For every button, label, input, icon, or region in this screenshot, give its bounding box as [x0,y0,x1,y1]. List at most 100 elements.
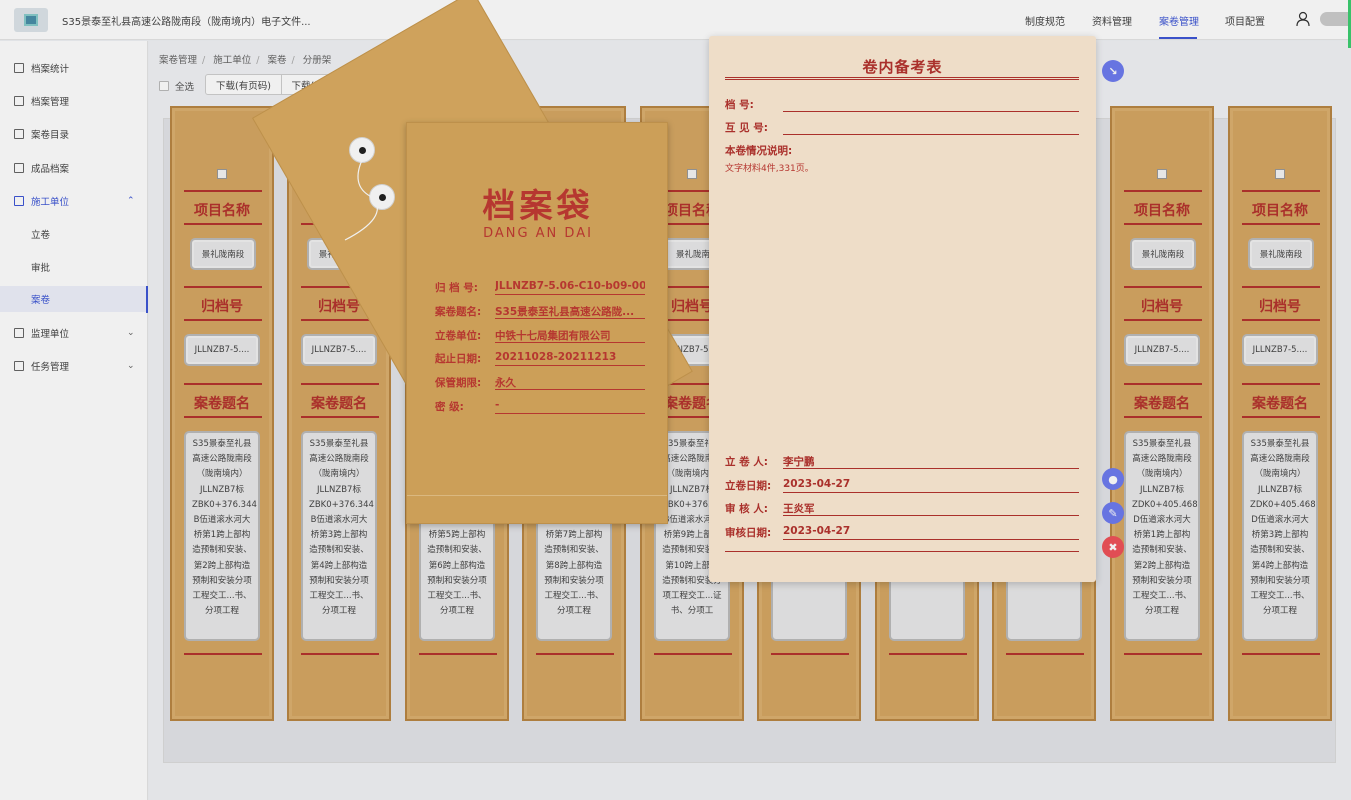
sidebar-item-volume[interactable]: 案卷 [0,286,148,312]
binder-divider [301,383,379,385]
breadcrumb-item[interactable]: 案卷 [268,55,287,66]
binder-card[interactable]: 项目名称景礼陇南段归档号 JLLNZB7-5.... 案卷题名 S35景泰至礼县高速公… [1228,106,1332,721]
user-avatar[interactable] [1320,12,1351,26]
select-all-checkbox[interactable]: 全选 [159,79,194,93]
top-header: S35景泰至礼县高速公路陇南段（陇南境内）电子文件... 制度规范 资料管理 案… [0,0,1351,40]
envelope-title: 档案袋 [482,186,594,225]
binder-heading: 案卷题名 [1134,396,1190,412]
sidebar-item-construction-unit[interactable]: 施工单位 ⌃ [0,188,148,214]
view-eye-icon[interactable]: ● [1102,468,1124,490]
nav-active-indicator [1159,37,1197,39]
binder-divider [301,416,379,418]
note-row-label: 立卷日期: [725,480,772,492]
nav-data-management[interactable]: 资料管理 [1092,13,1132,28]
collapse-icon[interactable]: ↘ [1102,60,1124,82]
chart-icon [14,63,24,73]
select-all-label: 全选 [175,82,195,93]
binder-divider [536,653,614,655]
breadcrumb: 案卷管理 / 施工单位 / 案卷 / 分册架 [159,55,332,66]
envelope-row: 案卷题名: S35景泰至礼县高速公路陇... [435,304,645,320]
close-icon[interactable]: ✖ [1102,536,1124,558]
note-desc-label: 本卷情况说明: [725,145,793,157]
sidebar-item-label: 案卷目录 [31,130,70,141]
binder-description: S35景泰至礼县高速公路陇南段（陇南境内）JLLNZB7标ZBK0+376.34… [301,431,377,641]
binder-divider [1242,653,1320,655]
breadcrumb-item[interactable]: 施工单位 [213,55,251,66]
binder-checkbox[interactable] [687,169,697,179]
binder-heading: 归档号 [201,299,243,315]
binder-code: JLLNZB7-5.... [1242,334,1318,366]
envelope-row: 起止日期: 20211028-20211213 [435,351,645,367]
binder-heading: 项目名称 [194,203,250,219]
binder-divider [1124,383,1202,385]
sidebar-item-approval[interactable]: 审批 [0,254,148,280]
folder-icon [14,163,24,173]
sidebar-item-archive-management[interactable]: 档案管理 [0,88,148,114]
binder-card[interactable]: 项目名称景礼陇南段归档号 JLLNZB7-5.... 案卷题名 S35景泰至礼县高速公… [1110,106,1214,721]
edit-pencil-icon[interactable]: ✎ [1102,502,1124,524]
nav-regulations[interactable]: 制度规范 [1025,13,1065,28]
binder-project: 景礼陇南段 [1130,238,1196,270]
download-paged-button[interactable]: 下载(有页码) [205,74,282,95]
sidebar-item-label: 案卷 [31,295,51,306]
user-icon[interactable] [1296,11,1310,27]
monitor-icon [14,328,24,338]
app-logo [14,8,48,32]
list-icon [14,129,24,139]
binder-checkbox[interactable] [217,169,227,179]
note-row-value [783,97,1079,112]
note-row: 审核日期: 2023-04-27 [725,525,1079,541]
breadcrumb-item[interactable]: 案卷管理 [159,55,197,66]
nav-project-config[interactable]: 项目配置 [1225,13,1265,28]
binder-heading: 归档号 [1259,299,1301,315]
sidebar-item-task-management[interactable]: 任务管理 ⌄ [0,353,148,379]
envelope-row-label: 保管期限: [435,377,482,389]
binder-divider [1124,416,1202,418]
binder-checkbox[interactable] [1275,169,1285,179]
note-row-value: 2023-04-27 [783,525,1079,540]
envelope-row-value: S35景泰至礼县高速公路陇... [495,304,645,319]
envelope-row-value: - [495,399,645,414]
binder-divider [184,416,262,418]
note-double-line [725,77,1079,80]
binder-checkbox[interactable] [1157,169,1167,179]
sidebar-item-label: 审批 [31,263,51,274]
binder-card[interactable]: 项目名称景礼陇南段归档号 JLLNZB7-5.... 案卷题名 S35景泰至礼县高速公… [170,106,274,721]
envelope-subtitle: DANG AN DAI [483,226,593,241]
sidebar-item-stats[interactable]: 档案统计 [0,55,148,81]
binder-divider [184,223,262,225]
note-row-value [783,120,1079,135]
sidebar-item-filing[interactable]: 立卷 [0,221,148,247]
nav-volume-management[interactable]: 案卷管理 [1159,13,1199,28]
sidebar-selected-indicator [146,286,148,313]
chevron-down-icon: ⌄ [127,328,135,338]
sidebar-item-catalog[interactable]: 案卷目录 [0,121,148,147]
binder-code: JLLNZB7-5.... [184,334,260,366]
binder-divider [1242,286,1320,288]
sidebar-item-label: 监理单位 [31,329,70,340]
binder-divider [1242,190,1320,192]
binder-divider [1124,653,1202,655]
binder-code: JLLNZB7-5.... [1124,334,1200,366]
binder-divider [1242,319,1320,321]
note-archive-no-row: 档 号: [725,97,1079,113]
binder-heading: 归档号 [1141,299,1183,315]
sidebar-item-label: 任务管理 [31,362,70,373]
binder-divider [1242,416,1320,418]
envelope-row: 立卷单位: 中铁十七局集团有限公司 [435,328,645,344]
envelope-row-value: 永久 [495,375,645,390]
binder-divider [184,383,262,385]
binder-heading: 项目名称 [1134,203,1190,219]
envelope-fold-line [407,495,667,496]
sidebar-item-supervision-unit[interactable]: 监理单位 ⌄ [0,320,148,346]
binder-divider [184,286,262,288]
envelope-row-value: 中铁十七局集团有限公司 [495,328,645,343]
note-row-label: 档 号: [725,99,754,111]
note-row-label: 立 卷 人: [725,456,769,468]
note-desc-text: 文字材料4件,331页。 [725,164,814,174]
note-row-value: 2023-04-27 [783,478,1079,493]
binder-divider [184,319,262,321]
sidebar-item-finished-archive[interactable]: 成品档案 [0,155,148,181]
sidebar-item-label: 立卷 [31,230,51,241]
envelope-row-value: 20211028-20211213 [495,351,645,366]
